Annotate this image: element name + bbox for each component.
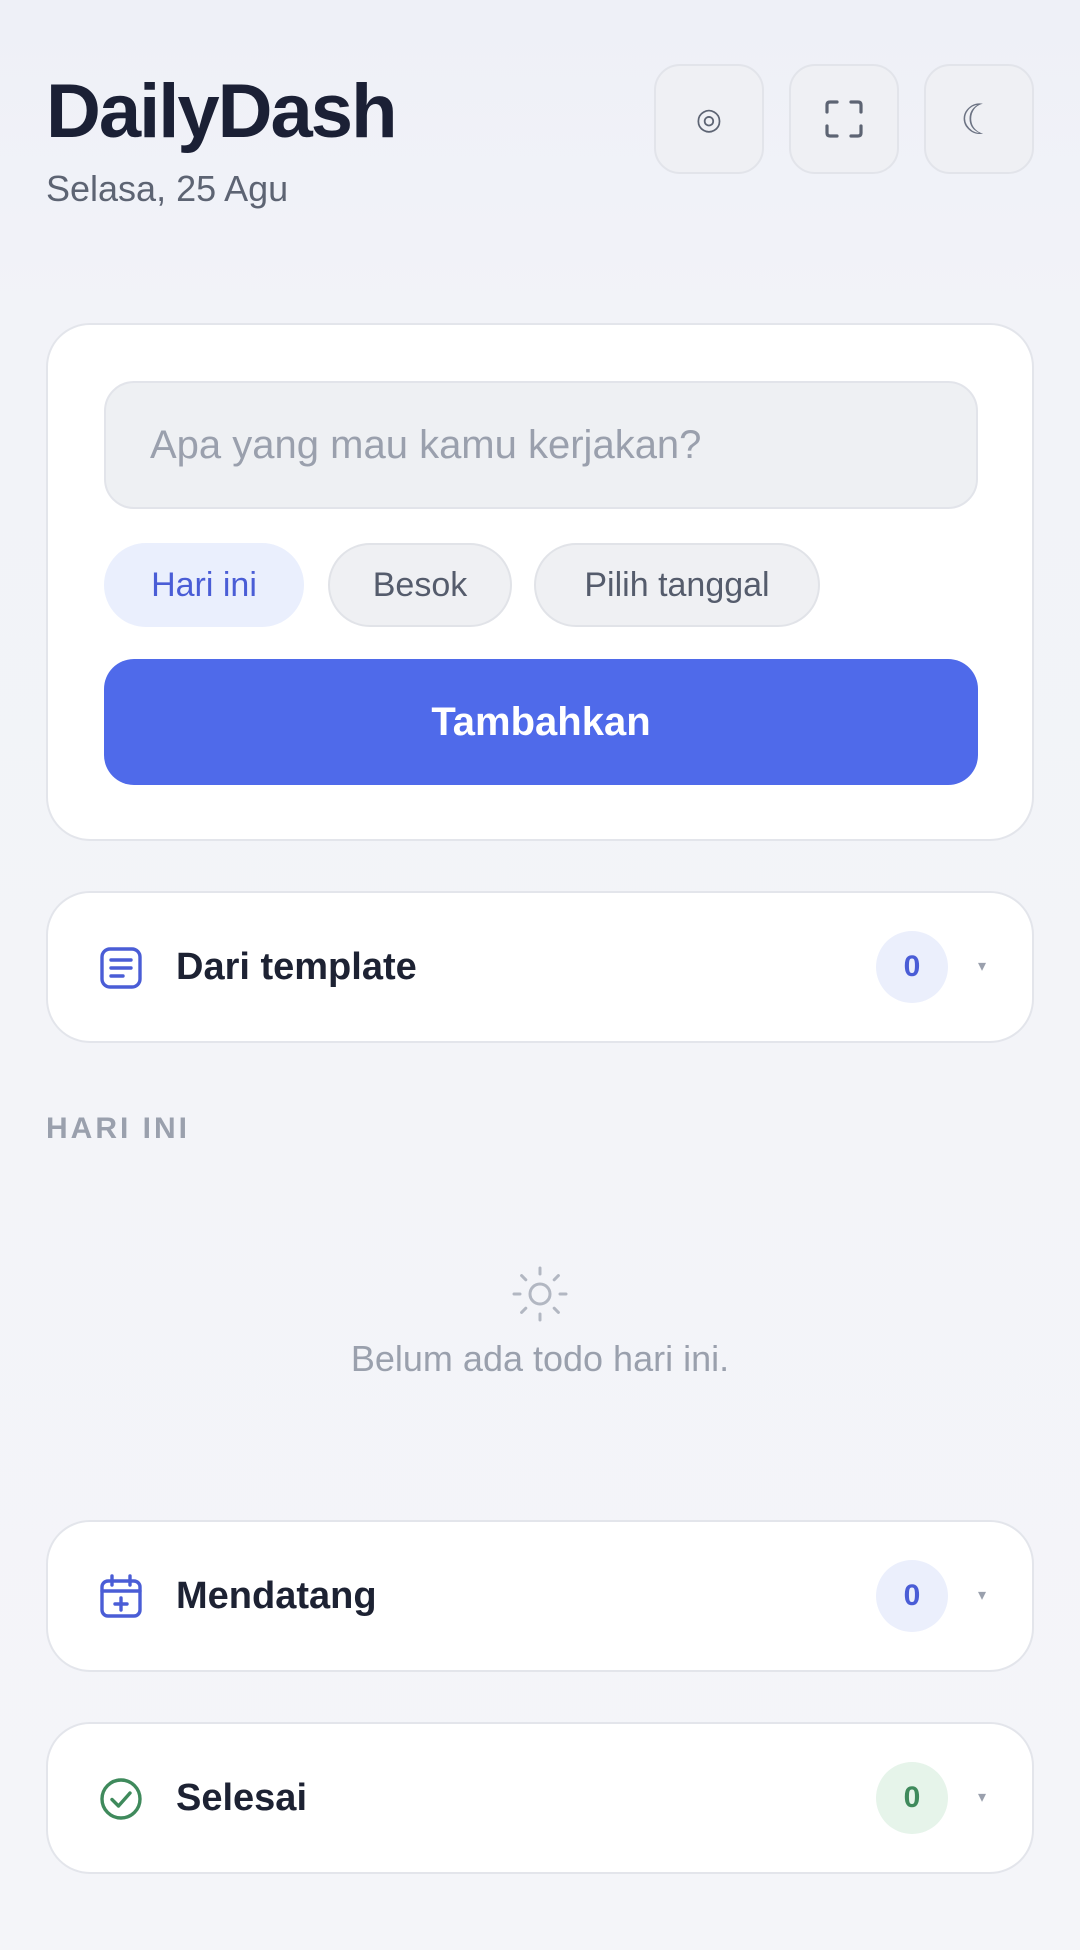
done-label: Selesai bbox=[176, 1777, 307, 1819]
moon-icon: ☾ bbox=[960, 95, 998, 143]
chip-pick-date[interactable]: Pilih tanggal bbox=[534, 543, 820, 627]
done-count-badge: 0 bbox=[876, 1762, 948, 1834]
today-empty-state: Belum ada todo hari ini. bbox=[46, 1260, 1034, 1390]
templates-count-badge: 0 bbox=[876, 931, 948, 1003]
focus-button[interactable]: ◎ bbox=[654, 64, 764, 174]
templates-section[interactable]: Dari template 0 ▾ bbox=[46, 891, 1034, 1043]
task-input[interactable] bbox=[104, 381, 978, 509]
chevron-down-icon: ▾ bbox=[978, 1587, 987, 1604]
app-title: DailyDash bbox=[46, 69, 397, 154]
fullscreen-icon bbox=[825, 100, 863, 138]
check-circle-icon bbox=[100, 1778, 142, 1820]
chip-tomorrow[interactable]: Besok bbox=[328, 543, 512, 627]
empty-message: Belum ada todo hari ini. bbox=[350, 1338, 730, 1379]
template-icon bbox=[100, 947, 142, 989]
chip-today[interactable]: Hari ini bbox=[104, 543, 304, 627]
add-button[interactable]: Tambahkan bbox=[104, 659, 978, 785]
chevron-down-icon: ▾ bbox=[978, 1789, 987, 1806]
target-icon: ◎ bbox=[695, 102, 723, 136]
task-composer: Hari ini Besok Pilih tanggal Tambahkan bbox=[46, 323, 1034, 841]
calendar-plus-icon bbox=[100, 1574, 142, 1618]
sun-icon bbox=[512, 1266, 568, 1322]
current-date: Selasa, 25 Agu bbox=[46, 168, 289, 209]
upcoming-count-badge: 0 bbox=[876, 1560, 948, 1632]
page: DailyDash Selasa, 25 Agu ◎ ☾ Hari ini Be… bbox=[0, 0, 1080, 1950]
upcoming-section[interactable]: Mendatang 0 ▾ bbox=[46, 1520, 1034, 1672]
chevron-down-icon: ▾ bbox=[978, 958, 987, 975]
section-title-today: HARI INI bbox=[46, 1112, 190, 1145]
dark-mode-button[interactable]: ☾ bbox=[924, 64, 1034, 174]
fullscreen-button[interactable] bbox=[789, 64, 899, 174]
templates-label: Dari template bbox=[176, 946, 417, 988]
done-section[interactable]: Selesai 0 ▾ bbox=[46, 1722, 1034, 1874]
header: DailyDash Selasa, 25 Agu ◎ ☾ bbox=[46, 60, 1034, 230]
upcoming-label: Mendatang bbox=[176, 1575, 377, 1617]
